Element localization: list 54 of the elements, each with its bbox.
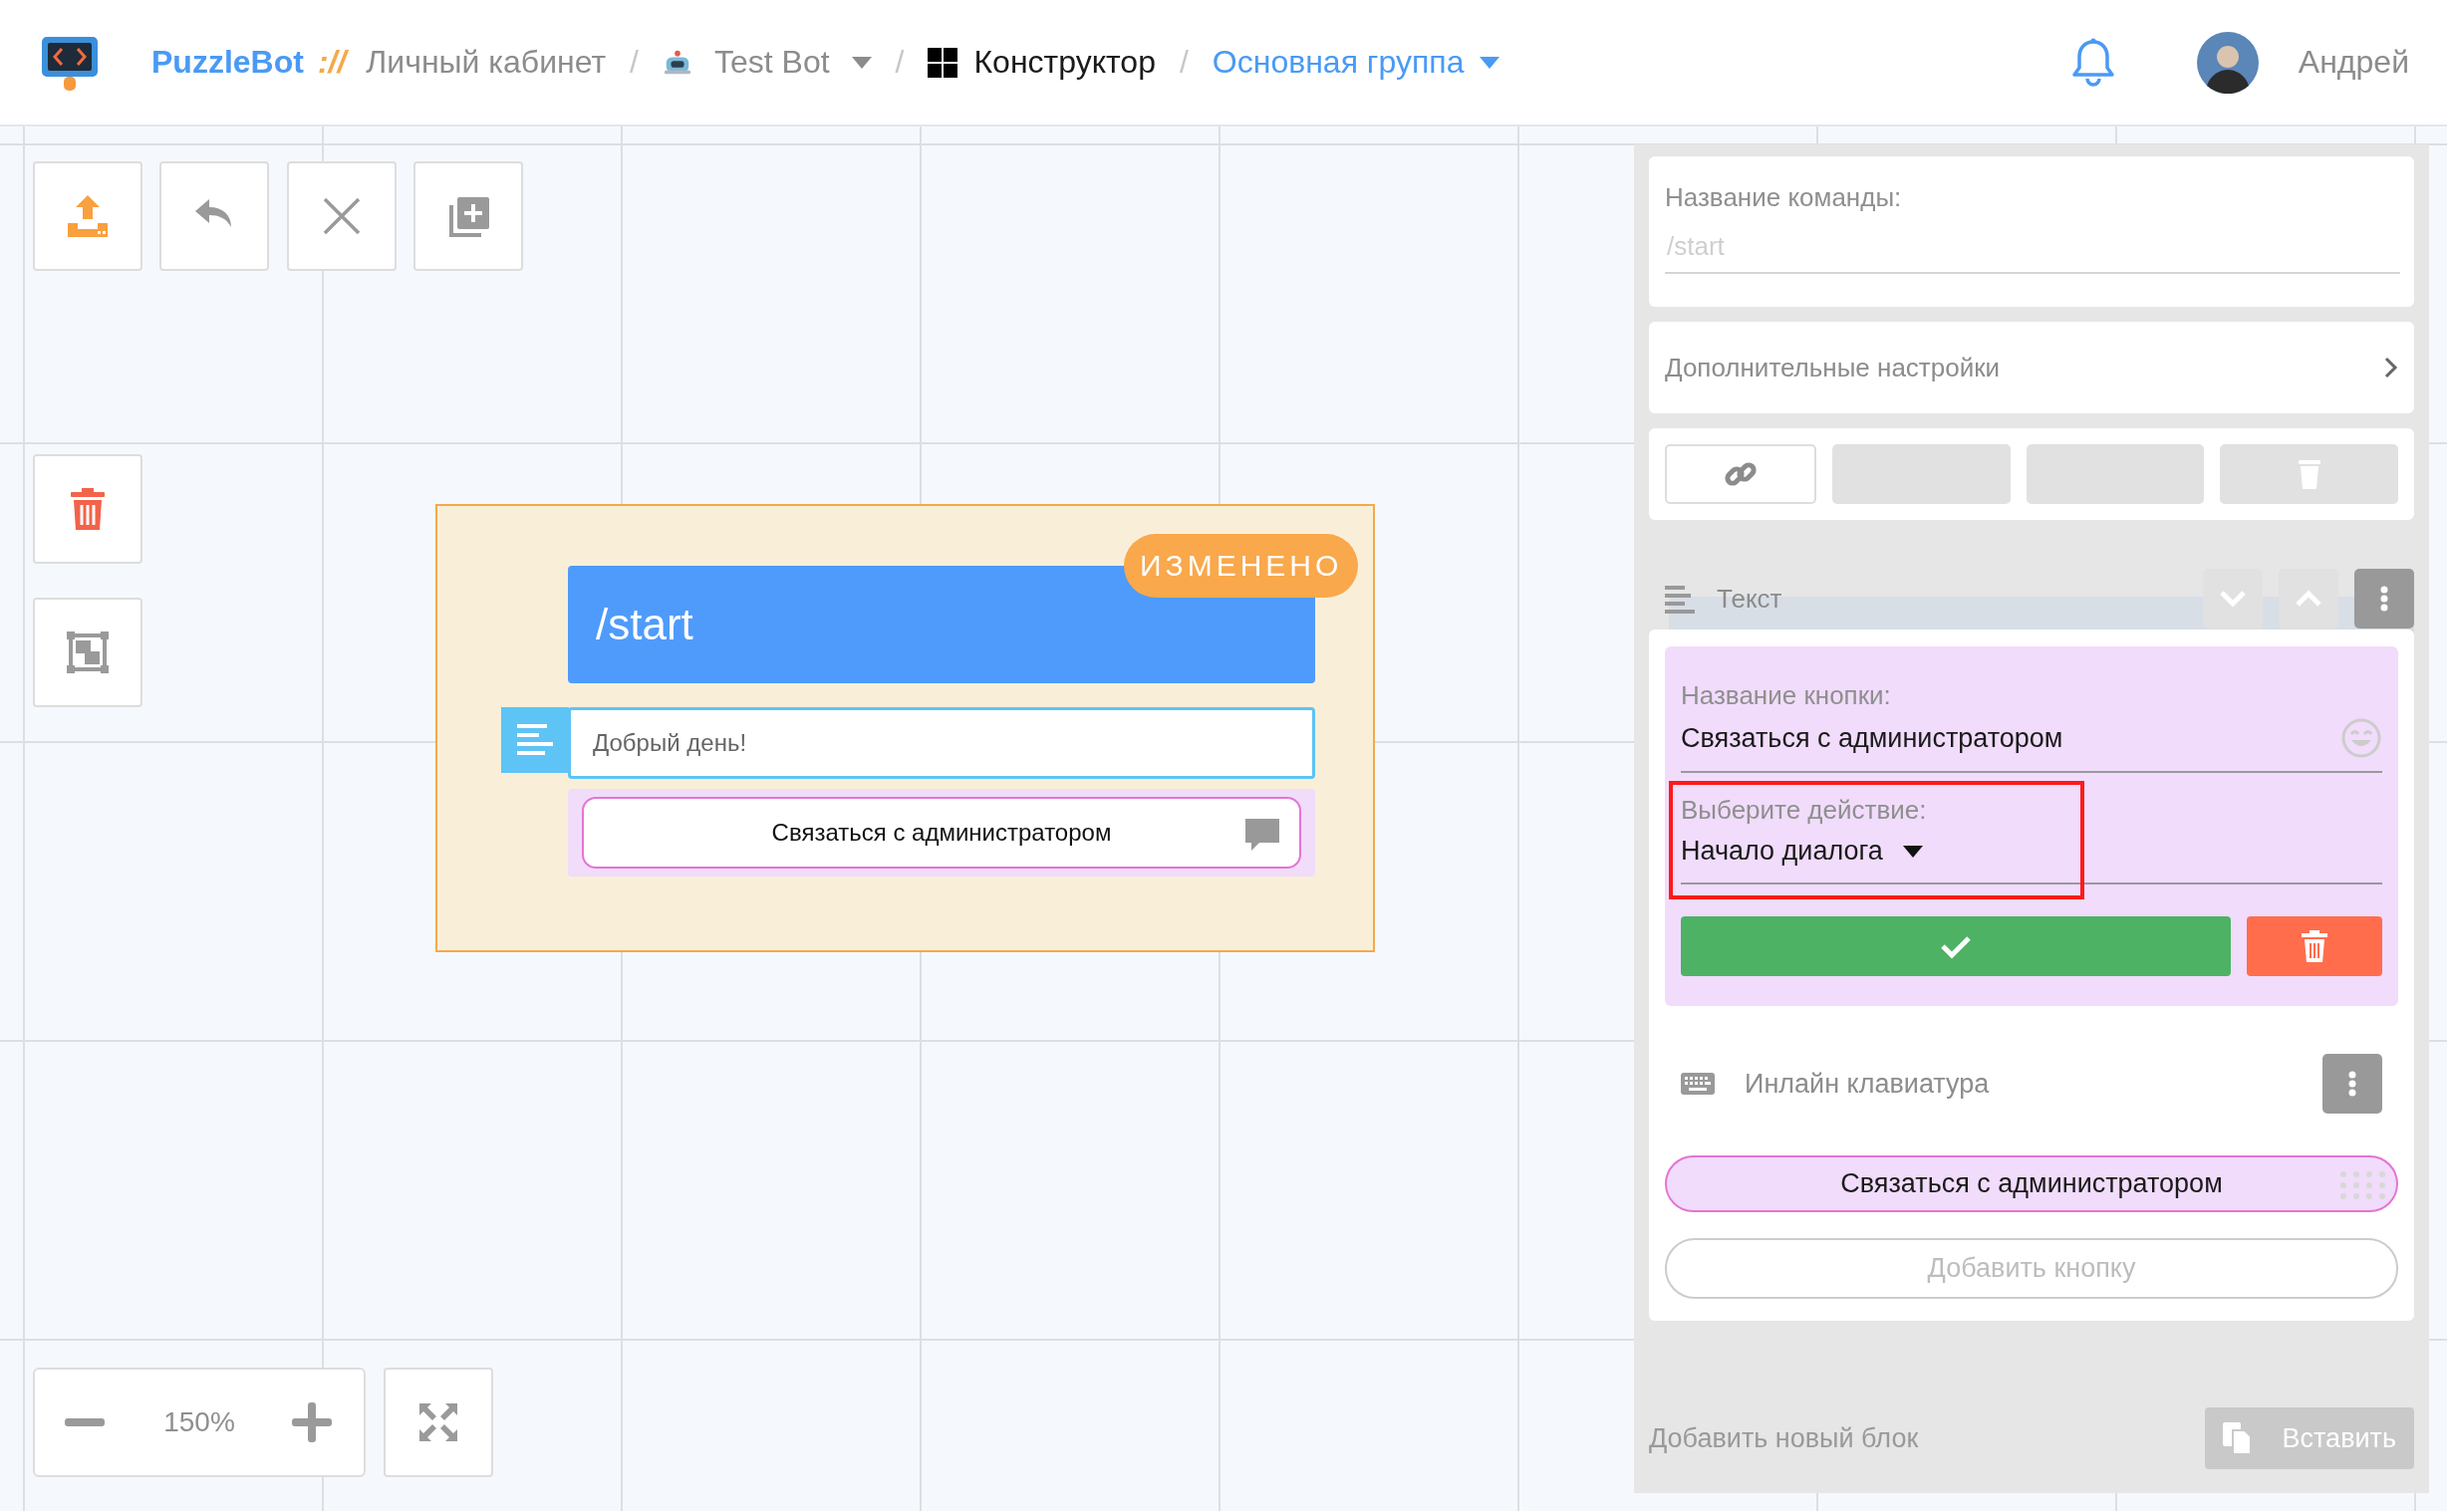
grid-icon [928,47,958,78]
inline-button[interactable]: Связаться с администратором [582,797,1301,869]
paste-icon [2221,1420,2253,1456]
brand-separator: :// [317,44,347,81]
chevron-right-icon [2384,356,2398,379]
add-button[interactable]: Добавить кнопку [1665,1238,2398,1299]
breadcrumb-link[interactable]: Личный кабинет [366,44,607,81]
breadcrumb-link[interactable]: Конструктор [928,44,1156,81]
brand-name[interactable]: PuzzleBot [151,44,304,81]
plus-icon [290,1400,334,1444]
breadcrumb-link[interactable]: Test Bot [662,44,872,81]
undo-button[interactable] [159,161,269,271]
field-label: Выберите действие: [1681,795,1928,826]
advanced-settings-link[interactable]: Дополнительные настройки [1649,322,2414,413]
breadcrumb-separator: / [1179,44,1189,81]
link-button[interactable] [1665,444,1817,504]
keyboard-icon [1681,1071,1715,1097]
add-copy-button[interactable] [413,161,523,271]
message-type-icon [501,707,569,773]
text-lines-icon [1665,584,1695,614]
keyboard-button[interactable]: Связаться с администратором [1665,1155,2398,1212]
delete-button[interactable] [2247,916,2382,976]
field-label: Название команды: [1665,182,1903,213]
drag-handle-icon[interactable] [2338,1169,2386,1201]
more-icon [2348,1071,2356,1097]
caret-icon [1902,845,1923,858]
upload-button[interactable] [33,161,142,271]
more-button[interactable] [2354,569,2414,629]
field-label: Название кнопки: [1681,680,1892,711]
frame-button[interactable] [33,598,142,707]
more-button[interactable] [2322,1054,2382,1114]
breadcrumb-separator: / [895,44,905,81]
breadcrumb-link[interactable]: Основная группа [1212,44,1500,81]
zoom-level: 150% [163,1406,235,1438]
breadcrumb-separator: / [630,44,639,81]
zoom-in-button[interactable] [290,1400,334,1444]
action-dropdown[interactable]: Начало диалога [1681,836,2382,884]
frame-icon [65,630,111,675]
more-icon [2380,586,2388,612]
button-name-field[interactable]: Связаться с администратором [1681,717,2382,773]
delete-button[interactable] [33,454,142,564]
close-button[interactable] [287,161,397,271]
caret-icon [851,56,872,69]
fullscreen-button[interactable] [384,1368,493,1477]
keyboard-title: Инлайн клавиатура [1745,1068,1990,1100]
minus-icon [65,1418,105,1426]
add-block-label: Добавить новый блок [1649,1422,1919,1454]
caret-icon [1480,56,1500,69]
user-name[interactable]: Андрей [2298,44,2409,81]
status-badge: ИЗМЕНЕНО [1124,534,1359,598]
block-title: Текст [1717,583,1782,615]
avatar[interactable] [2196,31,2259,94]
message-text[interactable]: Добрый день! [568,707,1315,779]
upload-icon [65,193,111,239]
